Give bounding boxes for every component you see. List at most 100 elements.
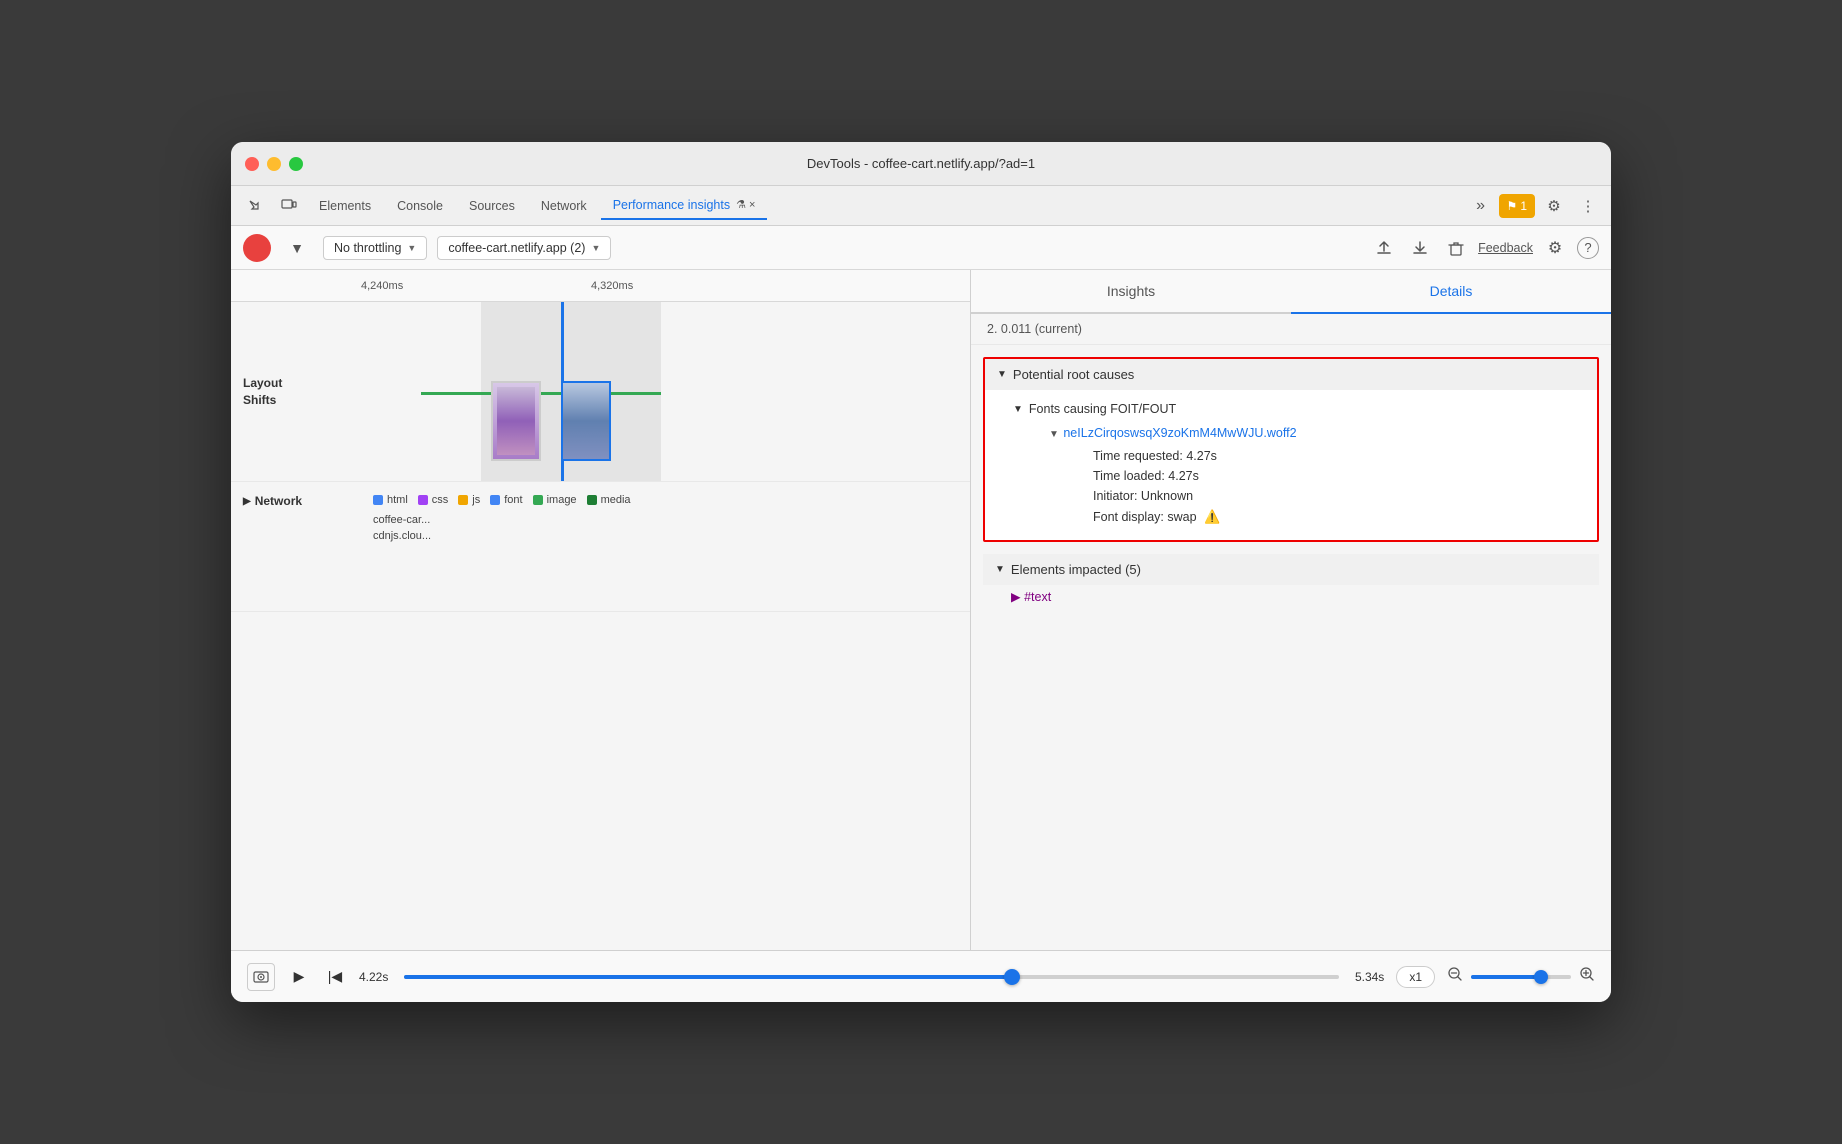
layout-shifts-track[interactable]: [361, 302, 970, 481]
network-content: html css js font: [361, 482, 970, 611]
legend-font: font: [490, 494, 522, 506]
legend-dot-image: [533, 495, 543, 505]
zoom-section: [1447, 966, 1595, 987]
legend-js: js: [458, 494, 480, 506]
fonts-section: ▼ Fonts causing FOIT/FOUT ▼ neILzCirqosw…: [997, 398, 1585, 528]
panel-tabs: Insights Details: [971, 270, 1611, 314]
warning-icon: ⚠️: [1204, 509, 1220, 525]
zoom-track: [1471, 975, 1541, 979]
font-link[interactable]: neILzCirqoswsqX9zoKmM4MwWJU.woff2: [1063, 426, 1296, 440]
skip-start-button[interactable]: |◀: [323, 965, 347, 989]
timeline-ruler: 4,240ms 4,320ms: [231, 270, 970, 302]
notification-button[interactable]: ⚑ 1: [1499, 194, 1535, 218]
elements-impacted-section: ▼ Elements impacted (5) ▶ #text: [983, 554, 1599, 608]
slider-thumb[interactable]: [1004, 969, 1020, 985]
tab-details[interactable]: Details: [1291, 270, 1611, 314]
tab-performance-insights[interactable]: Performance insights ⚗ ×: [601, 192, 768, 220]
left-panel: 4,240ms 4,320ms Layout Shifts: [231, 270, 971, 950]
expand-icon[interactable]: ▼: [997, 369, 1007, 380]
font-display: Font display: swap ⚠️: [1041, 506, 1585, 528]
speed-button[interactable]: x1: [1396, 966, 1435, 988]
hash-text[interactable]: ▶ #text: [983, 585, 1599, 608]
potential-root-causes-body: ▼ Fonts causing FOIT/FOUT ▼ neILzCirqosw…: [985, 390, 1597, 540]
tab-sources[interactable]: Sources: [457, 192, 527, 220]
screenshot-toggle[interactable]: [247, 963, 275, 991]
zoom-out-icon[interactable]: [1447, 966, 1463, 987]
network-label-title: ▶ Network: [243, 494, 349, 508]
toolbar-actions: Feedback ⚙ ?: [1370, 234, 1599, 262]
legend-dot-css: [418, 495, 428, 505]
traffic-lights: [245, 157, 303, 171]
close-button[interactable]: [245, 157, 259, 171]
url-dropdown[interactable]: coffee-cart.netlify.app (2) ▼: [437, 236, 611, 260]
network-label: ▶ Network: [231, 482, 361, 611]
elements-impacted-header: ▼ Elements impacted (5): [983, 554, 1599, 585]
green-line: [421, 392, 661, 395]
legend-image: image: [533, 494, 577, 506]
more-options-button[interactable]: ⋮: [1573, 192, 1603, 220]
thumbnail-2[interactable]: [561, 381, 611, 461]
delete-icon[interactable]: [1442, 234, 1470, 262]
main-area: 4,240ms 4,320ms Layout Shifts: [231, 270, 1611, 950]
tab-right-actions: » ⚑ 1 ⚙ ⋮: [1467, 192, 1603, 220]
zoom-in-icon[interactable]: [1579, 966, 1595, 987]
play-button[interactable]: ▶: [287, 965, 311, 989]
thumbnail-1[interactable]: [491, 381, 541, 461]
potential-root-causes-section: ▼ Potential root causes ▼ Fonts causing …: [983, 357, 1599, 542]
network-urls: coffee-car... cdnjs.clou...: [361, 506, 970, 550]
font-arrow[interactable]: ▼: [1049, 429, 1059, 440]
help-icon[interactable]: ?: [1577, 237, 1599, 259]
legend-dot-js: [458, 495, 468, 505]
zoom-thumb[interactable]: [1534, 970, 1548, 984]
font-details: ▼ neILzCirqoswsqX9zoKmM4MwWJU.woff2 Time…: [997, 420, 1585, 528]
toolbar-settings-icon[interactable]: ⚙: [1541, 234, 1569, 262]
font-link-row: ▼ neILzCirqoswsqX9zoKmM4MwWJU.woff2: [1041, 420, 1585, 446]
tab-elements[interactable]: Elements: [307, 192, 383, 220]
timeline-slider[interactable]: [404, 975, 1339, 979]
legend-dot-font: [490, 495, 500, 505]
throttling-dropdown[interactable]: No throttling ▼: [323, 236, 427, 260]
zoom-slider[interactable]: [1471, 975, 1571, 979]
download-icon[interactable]: [1406, 234, 1434, 262]
feedback-link[interactable]: Feedback: [1478, 241, 1533, 255]
legend-dot-html: [373, 495, 383, 505]
potential-root-causes-header: ▼ Potential root causes: [985, 359, 1597, 390]
title-bar: DevTools - coffee-cart.netlify.app/?ad=1: [231, 142, 1611, 186]
right-panel: Insights Details 2. 0.011 (current) ▼ Po…: [971, 270, 1611, 950]
time-requested: Time requested: 4.27s: [1041, 446, 1585, 466]
tab-close-icon[interactable]: ⚗ ×: [736, 198, 755, 211]
minimize-button[interactable]: [267, 157, 281, 171]
ruler-tick-1: 4,240ms: [361, 280, 403, 292]
maximize-button[interactable]: [289, 157, 303, 171]
time-start: 4.22s: [359, 970, 388, 984]
legend-dot-media: [587, 495, 597, 505]
fonts-header: ▼ Fonts causing FOIT/FOUT: [997, 398, 1585, 420]
toolbar: ▼ No throttling ▼ coffee-cart.netlify.ap…: [231, 226, 1611, 270]
legend-css: css: [418, 494, 449, 506]
tab-console[interactable]: Console: [385, 192, 455, 220]
settings-button[interactable]: ⚙: [1539, 192, 1569, 220]
more-tabs-button[interactable]: »: [1467, 192, 1495, 220]
tab-network[interactable]: Network: [529, 192, 599, 220]
network-url-1: coffee-car...: [373, 514, 958, 526]
tab-insights[interactable]: Insights: [971, 270, 1291, 312]
layout-shifts-label: Layout Shifts: [231, 375, 361, 409]
time-loaded: Time loaded: 4.27s: [1041, 466, 1585, 486]
window-title: DevTools - coffee-cart.netlify.app/?ad=1: [807, 156, 1035, 171]
device-icon[interactable]: [273, 192, 305, 220]
details-content[interactable]: 2. 0.011 (current) ▼ Potential root caus…: [971, 314, 1611, 950]
legend-media: media: [587, 494, 631, 506]
record-button[interactable]: [243, 234, 271, 262]
record-dropdown-arrow[interactable]: ▼: [281, 234, 313, 262]
bottom-bar: ▶ |◀ 4.22s 5.34s x1: [231, 950, 1611, 1002]
url-arrow: ▼: [591, 243, 600, 253]
inspect-icon[interactable]: [239, 192, 271, 220]
tab-bar: Elements Console Sources Network Perform…: [231, 186, 1611, 226]
upload-icon[interactable]: [1370, 234, 1398, 262]
elements-expand-icon[interactable]: ▼: [995, 564, 1005, 575]
layout-shifts-row: Layout Shifts: [231, 302, 970, 482]
network-expand-icon[interactable]: ▶: [243, 496, 251, 507]
slider-track: [404, 975, 1011, 979]
initiator: Initiator: Unknown: [1041, 486, 1585, 506]
fonts-expand-icon[interactable]: ▼: [1013, 404, 1023, 415]
